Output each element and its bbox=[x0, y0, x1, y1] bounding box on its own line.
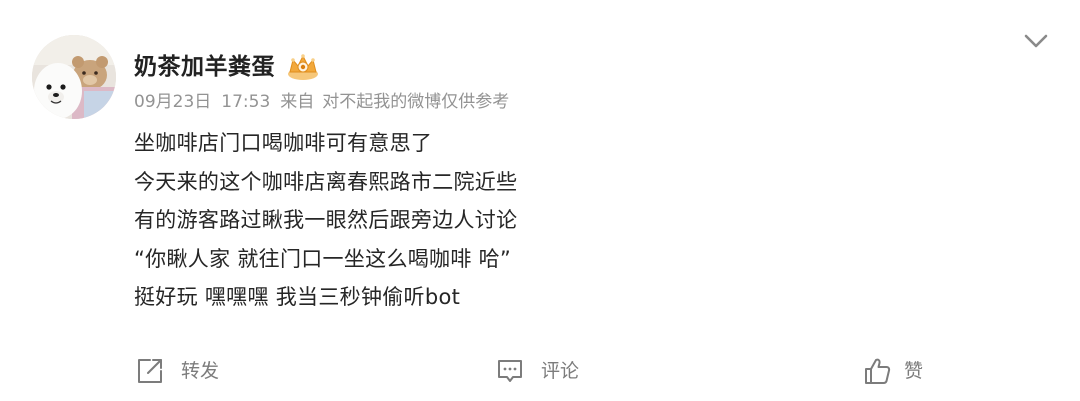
post-source[interactable]: 对不起我的微博仅供参考 bbox=[322, 92, 509, 112]
avatar[interactable] bbox=[32, 35, 116, 119]
content-line: 坐咖啡店门口喝咖啡可有意思了 bbox=[134, 131, 433, 155]
repost-label: 转发 bbox=[181, 360, 220, 382]
avatar-image bbox=[32, 35, 116, 119]
comment-label: 评论 bbox=[541, 360, 580, 382]
repost-button[interactable]: 转发 bbox=[135, 354, 219, 388]
content-line: “你瞅人家 就往门口一坐这么喝咖啡 哈” bbox=[134, 246, 512, 271]
thumbs-up-icon bbox=[865, 358, 891, 384]
source-prefix: 来自 bbox=[280, 92, 315, 112]
like-button[interactable]: 赞 bbox=[862, 354, 923, 388]
chevron-down-icon[interactable] bbox=[1021, 29, 1051, 53]
post-content: 坐咖啡店门口喝咖啡可有意思了 今天来的这个咖啡店离春熙路市二院近些 有的游客路过… bbox=[134, 124, 1034, 317]
post-time[interactable]: 17:53 bbox=[221, 92, 270, 112]
content-line: 有的游客路过瞅我一眼然后跟旁边人讨论 bbox=[134, 208, 518, 232]
content-line: 今天来的这个咖啡店离春熙路市二院近些 bbox=[134, 169, 518, 194]
like-label: 赞 bbox=[904, 360, 924, 382]
post-date: 09月23日 bbox=[134, 92, 212, 112]
author-name[interactable]: 奶茶加羊粪蛋 bbox=[134, 52, 275, 82]
post-meta: 09月23日 17:53 来自 对不起我的微博仅供参考 bbox=[134, 91, 519, 113]
comment-icon bbox=[498, 360, 522, 382]
vip-crown-icon[interactable] bbox=[286, 52, 320, 82]
content-line: 挺好玩 嘿嘿嘿 我当三秒钟偷听bot bbox=[134, 285, 461, 309]
weibo-post-card: 奶茶加羊粪蛋 09月23日 17:53 来自 对不起我的微博仅供参考 坐咖啡店门口喝咖… bbox=[0, 0, 1080, 401]
comment-button[interactable]: 评论 bbox=[495, 354, 579, 388]
repost-icon bbox=[138, 359, 162, 383]
